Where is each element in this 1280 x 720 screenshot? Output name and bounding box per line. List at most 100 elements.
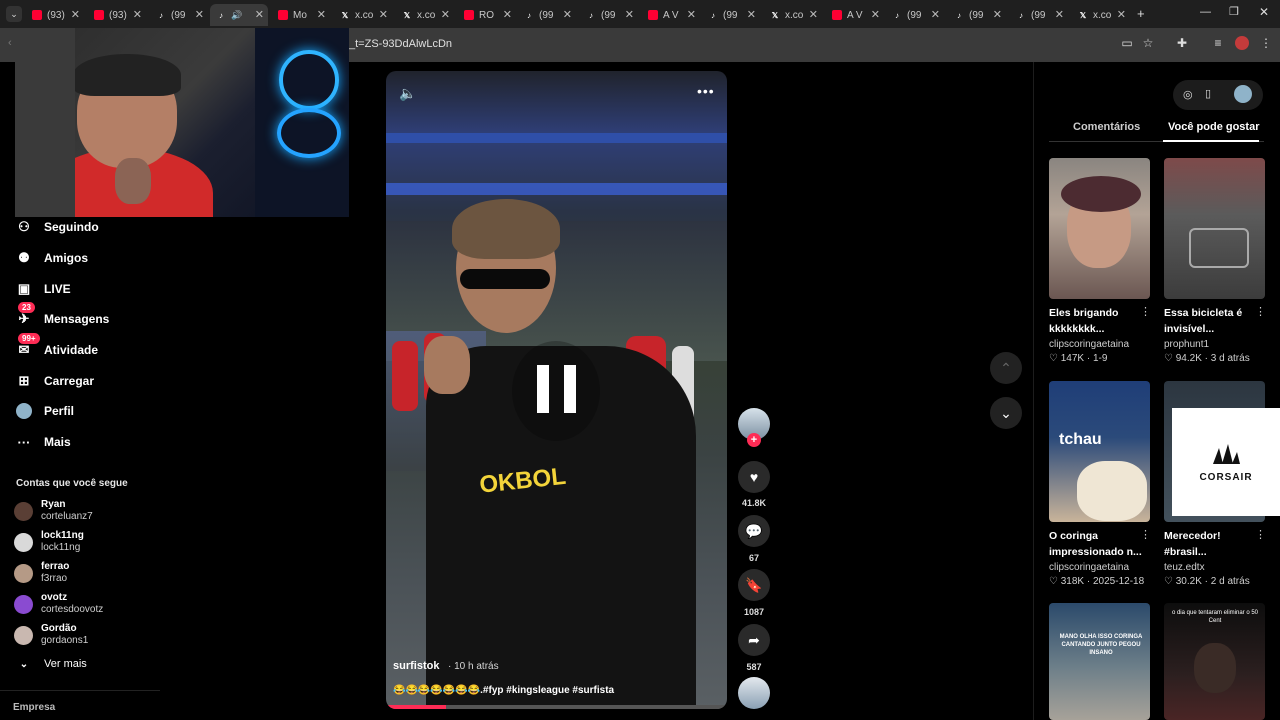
tab-you-may-like[interactable]: Você pode gostar [1168,121,1259,133]
browser-tab[interactable]: (93) ✕ [88,4,146,26]
card-thumb-6[interactable]: o dia que tentaram eliminar o 50 Cent [1164,603,1265,720]
tab-close-icon[interactable]: ✕ [133,8,142,21]
browser-tab[interactable]: ♪ (99 ✕ [702,4,760,26]
restore-icon[interactable]: ❐ [1229,5,1239,18]
browser-tab[interactable]: 𝕏x.co ✕ [396,4,454,26]
browser-tab[interactable]: ♪ (99 ✕ [948,4,1006,26]
follow-plus-icon[interactable]: + [747,433,761,447]
tab-list-dropdown-icon[interactable]: ⌄ [6,6,22,22]
tab-close-icon[interactable]: ✕ [1055,8,1064,21]
tab-close-icon[interactable]: ✕ [993,8,1002,21]
tab-close-icon[interactable]: ✕ [195,8,204,21]
panel-avatar[interactable] [1234,85,1252,103]
card-menu-icon[interactable]: ⋮ [1255,528,1266,541]
tab-close-icon[interactable]: ✕ [871,8,880,21]
close-window-icon[interactable]: ✕ [1259,5,1269,19]
tab-close-icon[interactable]: ✕ [255,8,264,21]
browser-tab[interactable]: ♪ (99 ✕ [518,4,576,26]
browser-tab[interactable]: 𝕏x.co ✕ [1072,4,1130,26]
card-thumb-2[interactable] [1164,158,1265,299]
browser-tab[interactable]: ♪ (99 ✕ [1010,4,1068,26]
tab-close-icon[interactable]: ✕ [71,8,80,21]
followed-account[interactable]: Gordão gordaons1 [14,623,88,647]
tab-close-icon[interactable]: ✕ [503,8,512,21]
pause-overlay[interactable] [512,341,600,441]
tab-close-icon[interactable]: ✕ [1117,8,1126,21]
followed-account[interactable]: lock11ng lock11ng [14,530,84,554]
like-button[interactable]: ♥ [738,461,770,493]
sidebar-item-seguindo[interactable]: ⚇ Seguindo [16,219,99,235]
next-video-button[interactable]: ⌄ [990,397,1022,429]
video-more-icon[interactable]: ••• [697,83,715,99]
phone-icon[interactable]: ▯ [1205,87,1211,100]
tab-close-icon[interactable]: ✕ [931,8,940,21]
footer-company-link[interactable]: Empresa [13,702,55,713]
tab-close-icon[interactable]: ✕ [747,8,756,21]
see-more-link[interactable]: ⌄ Ver mais [16,656,87,672]
card-thumb-3[interactable]: tchau [1049,381,1150,522]
extensions-icon[interactable]: ✚ [1175,36,1189,50]
profile-avatar-icon[interactable] [1235,36,1249,50]
sidebar-item-perfil[interactable]: Perfil [16,403,74,419]
card-thumb-5[interactable]: MANO OLHA ISSO CORINGA CANTANDO JUNTO PE… [1049,603,1150,720]
card-title-3[interactable]: O coringa impressionado n... [1049,528,1149,560]
browser-tab[interactable]: RO ✕ [458,4,516,26]
card-title-2[interactable]: Essa bicicleta é invisível... [1164,305,1264,337]
new-tab-button[interactable]: + [1137,6,1145,21]
menu-dots-icon[interactable]: ⋮ [1259,36,1273,50]
tab-audio-icon[interactable]: 🔊 [231,10,242,21]
browser-tab[interactable]: Mo ✕ [272,4,330,26]
save-button[interactable]: 🔖 [738,569,770,601]
card-author-3[interactable]: clipscoringaetaina [1049,562,1129,573]
sidebar-item-carregar[interactable]: ⊞ Carregar [16,373,94,389]
followed-account[interactable]: ferrao f3rrao [14,561,69,585]
card-author-4[interactable]: teuz.edtx [1164,562,1205,573]
card-author-1[interactable]: clipscoringaetaina [1049,339,1129,350]
volume-icon[interactable]: 🔈 [399,85,416,102]
media-control-icon[interactable]: ≡ [1211,36,1225,50]
share-button[interactable]: ➦ [738,624,770,656]
tab-close-icon[interactable]: ✕ [687,8,696,21]
minimize-icon[interactable]: — [1200,6,1211,18]
tab-close-icon[interactable]: ✕ [441,8,450,21]
followed-account[interactable]: Ryan corteluanz7 [14,499,93,523]
cast-icon[interactable]: ▭ [1120,36,1134,50]
tab-close-icon[interactable]: ✕ [625,8,634,21]
browser-tab[interactable]: ♪ (99 ✕ [150,4,208,26]
browser-tab[interactable]: ♪ (99 ✕ [580,4,638,26]
previous-video-button[interactable]: ⌃ [990,352,1022,384]
browser-tab[interactable]: (93) ✕ [26,4,84,26]
tab-close-icon[interactable]: ✕ [379,8,388,21]
video-author[interactable]: surfistok [393,660,439,672]
sidebar-item-amigos[interactable]: ⚉ Amigos [16,250,88,266]
browser-tab[interactable]: ♪ (99 ✕ [886,4,944,26]
tab-close-icon[interactable]: ✕ [317,8,326,21]
sidebar-item-atividade[interactable]: ✉ 99+ Atividade [16,333,98,358]
sidebar-item-mensagens[interactable]: ✈ 23 Mensagens [16,302,109,327]
sidebar-item-live[interactable]: ▣ LIVE [16,281,71,297]
card-title-1[interactable]: Eles brigando kkkkkkkk... [1049,305,1149,337]
tab-comments[interactable]: Comentários [1073,121,1140,133]
card-title-4[interactable]: Merecedor! #brasil... [1164,528,1264,560]
sound-disc-avatar[interactable] [738,677,770,709]
browser-tab[interactable]: A V ✕ [642,4,700,26]
comment-button[interactable]: 💬 [738,515,770,547]
followed-account[interactable]: ovotz cortesdoovotz [14,592,103,616]
card-menu-icon[interactable]: ⋮ [1140,305,1151,318]
compass-icon[interactable]: ◎ [1183,88,1193,101]
card-menu-icon[interactable]: ⋮ [1140,528,1151,541]
card-thumb-1[interactable] [1049,158,1150,299]
browser-tab[interactable]: 𝕏x.co ✕ [764,4,822,26]
back-icon[interactable]: ‹ [8,37,12,49]
bookmark-star-icon[interactable]: ☆ [1141,36,1155,50]
url-text[interactable]: _t=ZS-93DdAlwLcDn [349,38,452,50]
video-caption[interactable]: 😂😂😂😂😂😂😂.#fyp #kingsleague #surfista [393,685,614,696]
sidebar-item-mais[interactable]: ··· Mais [16,434,71,450]
card-author-2[interactable]: prophunt1 [1164,339,1209,350]
browser-tab[interactable]: A V ✕ [826,4,884,26]
browser-tab[interactable]: ♪ 🔊 ✕ [210,4,268,26]
tab-close-icon[interactable]: ✕ [809,8,818,21]
tab-close-icon[interactable]: ✕ [563,8,572,21]
card-menu-icon[interactable]: ⋮ [1255,305,1266,318]
video-player[interactable]: OKBOL 🔈 ••• [386,71,727,709]
